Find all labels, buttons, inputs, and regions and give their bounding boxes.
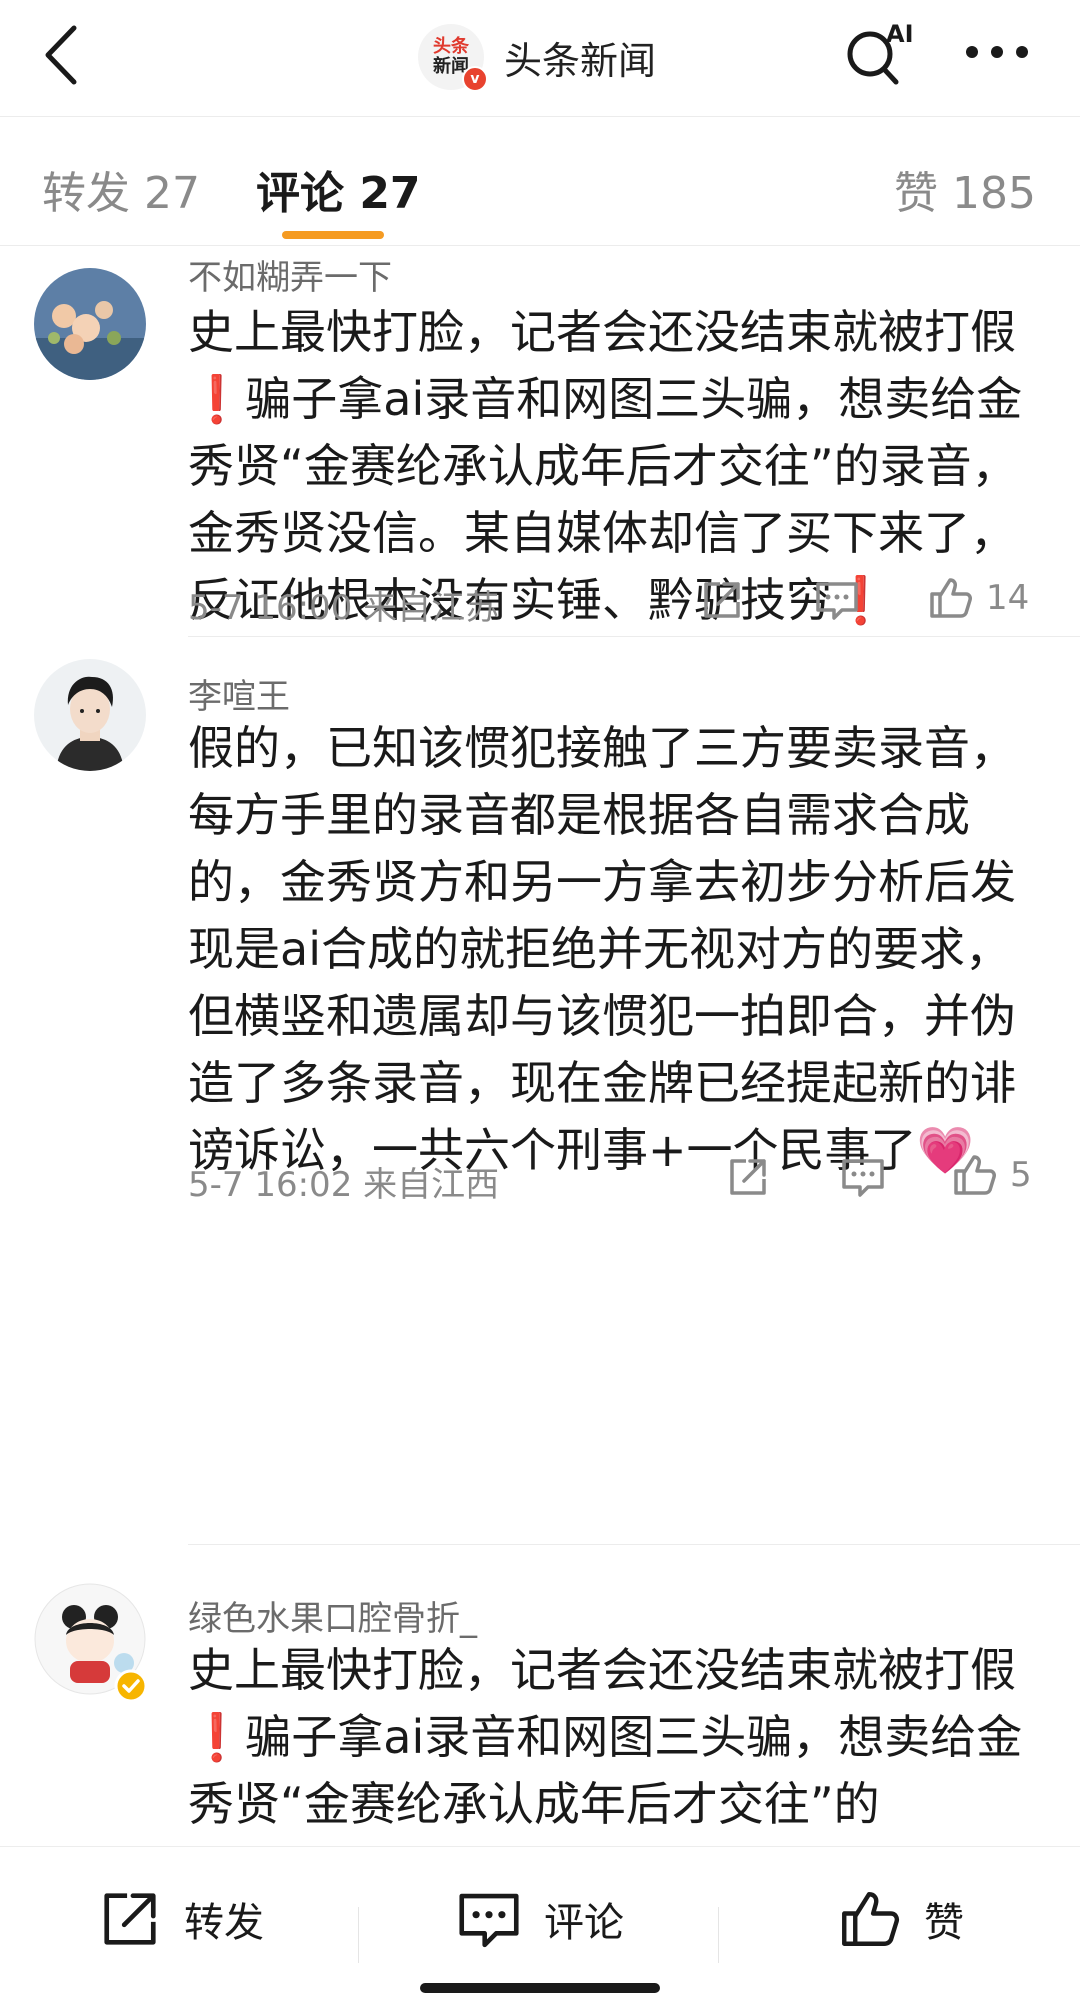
- account-header[interactable]: 头条 新闻 v 头条新闻: [418, 24, 657, 92]
- share-icon: [704, 582, 740, 618]
- verified-badge-icon: v: [462, 66, 488, 92]
- like-button[interactable]: 14: [926, 574, 1029, 622]
- comment-icon: [816, 582, 858, 620]
- back-arrow-icon[interactable]: [38, 20, 86, 90]
- divider: [188, 1544, 1080, 1545]
- share-button[interactable]: [700, 578, 744, 622]
- like-count: 14: [986, 578, 1030, 618]
- repost-label: 转发: [184, 1900, 264, 1946]
- comment-icon: [459, 1893, 519, 1948]
- ai-label: AI: [886, 20, 914, 48]
- comment-label: 评论: [544, 1900, 624, 1946]
- brand-logo: 头条 新闻 v: [418, 24, 488, 92]
- avatar[interactable]: [34, 268, 146, 380]
- like-label: 赞: [924, 1900, 964, 1946]
- reply-button[interactable]: [840, 1155, 886, 1199]
- divider: [718, 1907, 719, 1963]
- avatar[interactable]: [34, 659, 146, 771]
- thumbs-up-icon: [842, 1892, 900, 1946]
- comment-username[interactable]: 不如糊弄一下: [188, 250, 392, 299]
- more-options-icon[interactable]: [962, 40, 1032, 64]
- tab-bar: 转发 27 评论 27 赞 185: [0, 117, 1080, 245]
- tab-like[interactable]: 赞 185: [894, 157, 1036, 221]
- comment-meta: 5-7 16:00 来自江苏: [188, 588, 500, 628]
- share-icon: [104, 1893, 156, 1945]
- exclamation-icon: ❗: [188, 372, 246, 426]
- divider: [358, 1907, 359, 1963]
- divider: [0, 245, 1080, 246]
- ai-search-icon[interactable]: AI: [842, 16, 920, 88]
- like-button[interactable]: 赞: [836, 1887, 964, 1951]
- account-name: 头条新闻: [504, 38, 657, 83]
- verified-badge-icon: [114, 1669, 148, 1703]
- tab-repost[interactable]: 转发 27: [42, 157, 200, 221]
- thumbs-up-icon: [954, 1155, 996, 1195]
- tab-comment[interactable]: 评论 27: [256, 157, 421, 221]
- reply-button[interactable]: [814, 578, 860, 622]
- top-bar: 头条 新闻 v 头条新闻 AI: [0, 0, 1080, 116]
- like-button[interactable]: 5: [950, 1151, 1032, 1199]
- comment-meta: 5-7 16:02 来自江西: [188, 1165, 500, 1205]
- share-button[interactable]: [726, 1155, 770, 1199]
- comment-text: 假的，已知该惯犯接触了三方要卖录音，每方手里的录音都是根据各自需求合成的，金秀贤…: [188, 721, 1016, 1177]
- active-tab-indicator: [282, 231, 384, 239]
- repost-button[interactable]: 转发: [98, 1887, 264, 1951]
- like-count: 5: [1010, 1155, 1032, 1195]
- comment-icon: [842, 1159, 884, 1197]
- exclamation-icon: ❗: [188, 1710, 246, 1764]
- divider: [188, 636, 1080, 637]
- comment-username[interactable]: 李喧王: [188, 669, 290, 718]
- bottom-action-bar: 转发 评论 赞: [0, 1846, 1080, 2005]
- comment-text: 史上最快打脸，记者会还没结束就被打假❗骗子拿ai录音和网图三头骗，想卖给金秀贤“…: [188, 1643, 1023, 1831]
- share-icon: [730, 1159, 766, 1195]
- home-indicator[interactable]: [420, 1983, 660, 1993]
- comment-username[interactable]: 绿色水果口腔骨折_: [188, 1591, 477, 1640]
- thumbs-up-icon: [930, 578, 972, 618]
- comment-button[interactable]: 评论: [456, 1887, 624, 1951]
